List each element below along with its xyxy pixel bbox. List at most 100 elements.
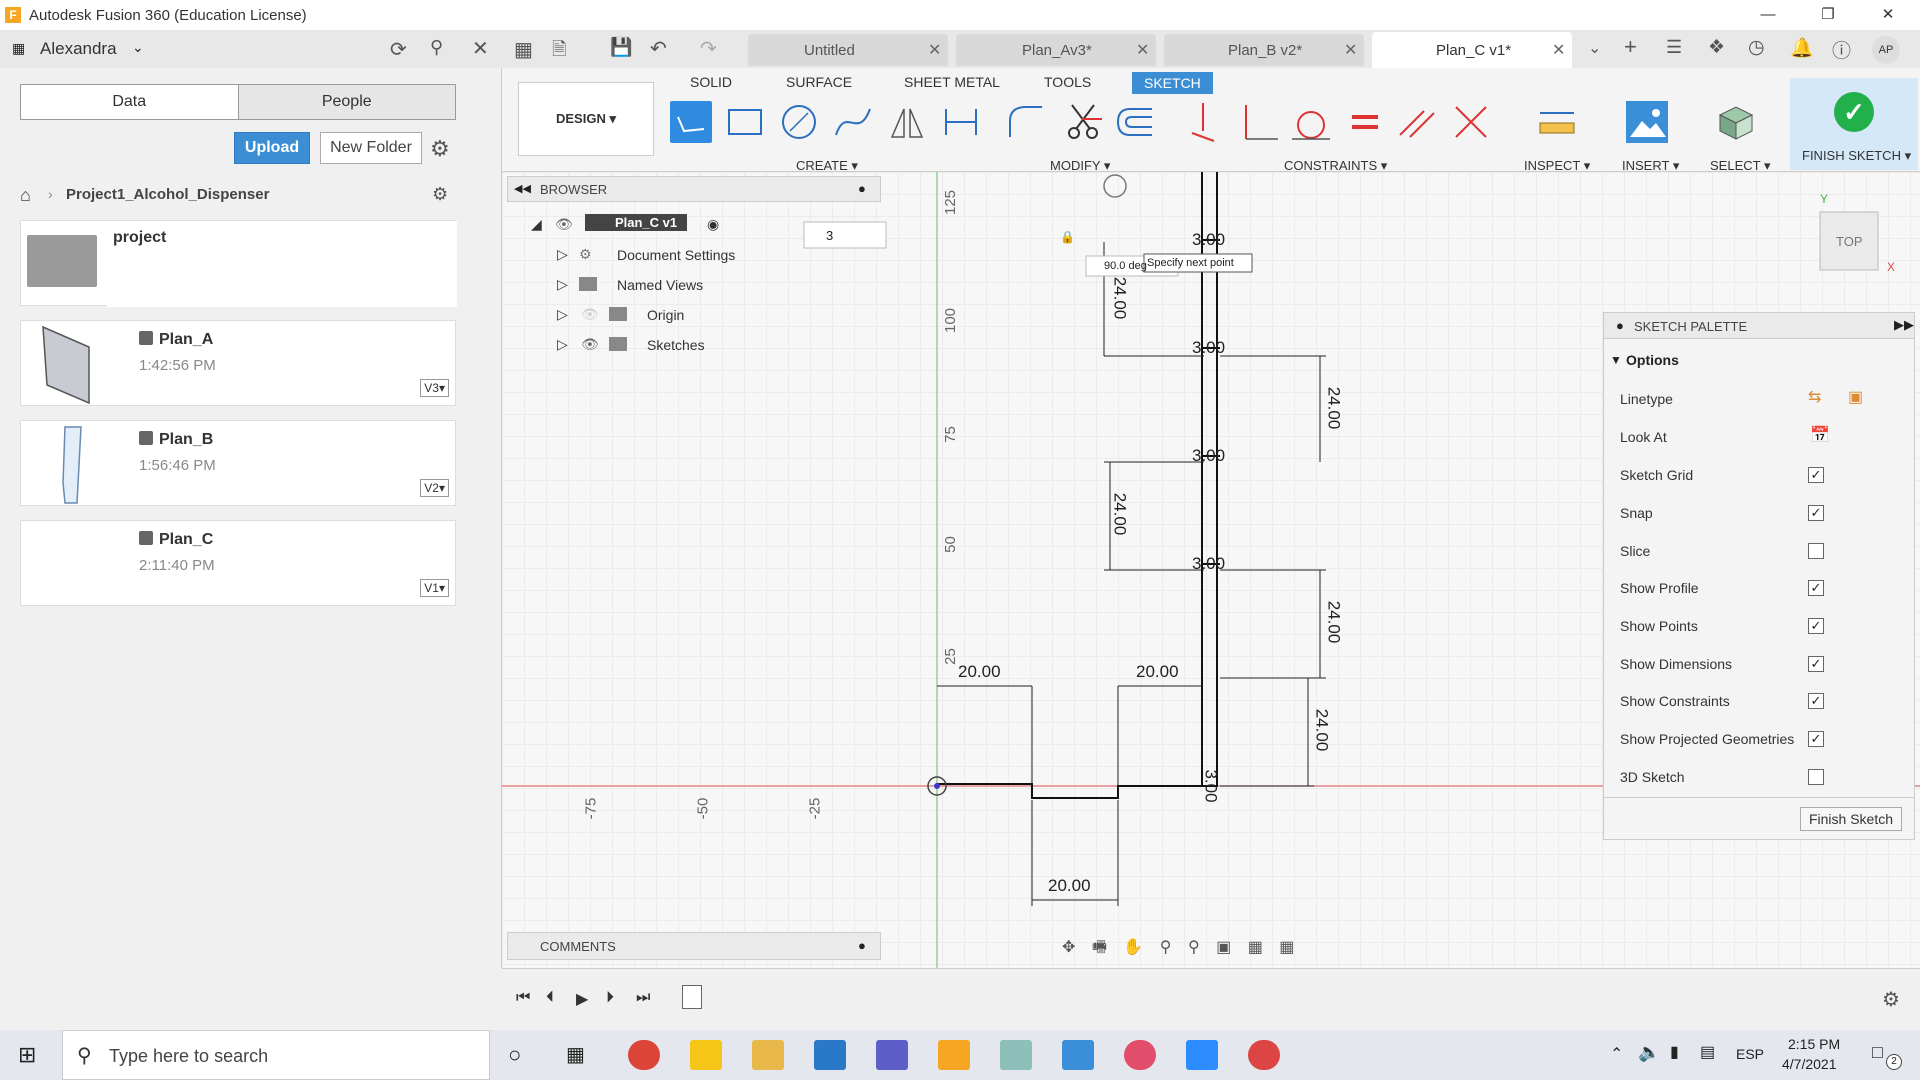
look-at-icon[interactable]: 🖷	[1092, 939, 1107, 956]
tab-solid[interactable]: SOLID	[690, 74, 732, 90]
coincident-constraint-icon[interactable]	[1182, 101, 1224, 143]
show-constraints-checkbox[interactable]: ✓	[1808, 693, 1824, 709]
file-menu-icon[interactable]: 🗎	[552, 37, 566, 67]
finish-sketch-button[interactable]: Finish Sketch	[1800, 807, 1902, 831]
centerline-icon[interactable]: ▣	[1848, 387, 1863, 407]
version-badge[interactable]: V1▾	[420, 579, 449, 597]
comments-toggle-icon[interactable]: ●	[858, 938, 866, 953]
app-icon[interactable]	[1248, 1040, 1280, 1070]
file-explorer-icon[interactable]	[752, 1040, 784, 1070]
language-indicator[interactable]: ESP	[1736, 1046, 1764, 1062]
show-projected-geometries-checkbox[interactable]: ✓	[1808, 731, 1824, 747]
look-at-icon[interactable]: 📅	[1810, 425, 1830, 445]
dimension-label[interactable]: 20.00	[958, 662, 1001, 682]
finish-sketch-menu[interactable]: FINISH SKETCH ▾	[1802, 148, 1911, 164]
section-arrow-icon[interactable]: ▼	[1610, 353, 1622, 367]
home-icon[interactable]: ⌂	[20, 185, 31, 206]
clock-date[interactable]: 4/7/2021	[1782, 1056, 1837, 1072]
circle-tool-icon[interactable]	[778, 101, 820, 143]
activate-icon[interactable]: ◉	[707, 216, 719, 233]
refresh-icon[interactable]: ⟳	[390, 37, 407, 62]
show-dimensions-checkbox[interactable]: ✓	[1808, 656, 1824, 672]
close-panel-icon[interactable]: ✕	[472, 36, 489, 61]
tangent-constraint-icon[interactable]	[1290, 101, 1332, 143]
display-settings-icon[interactable]: ▣	[1216, 939, 1231, 956]
dimension-label[interactable]: 24.00	[1323, 387, 1343, 430]
collinear-constraint-icon[interactable]	[1450, 101, 1492, 143]
dimension-label[interactable]: 24.00	[1311, 709, 1331, 752]
zoom-icon[interactable]	[1186, 1040, 1218, 1070]
new-folder-button[interactable]: New Folder	[320, 132, 422, 164]
undo-icon[interactable]: ↶	[650, 36, 667, 61]
close-tab-icon[interactable]: ✕	[1552, 40, 1565, 60]
user-name[interactable]: Alexandra	[40, 39, 117, 59]
browser-item[interactable]: Named Views	[617, 277, 703, 293]
search-box[interactable]: ⚲ Type here to search	[62, 1030, 490, 1080]
fillet-tool-icon[interactable]	[1004, 101, 1046, 143]
tab-people[interactable]: People	[239, 85, 456, 119]
mirror-tool-icon[interactable]	[886, 101, 928, 143]
folder-item[interactable]: project	[20, 220, 457, 307]
doc-tab-plan-c[interactable]: Plan_C v1* ✕	[1372, 32, 1572, 68]
restore-icon[interactable]: ❐	[1800, 0, 1856, 30]
skip-end-icon[interactable]: ⏭	[636, 989, 650, 1007]
tab-overflow-icon[interactable]: ⌄	[1588, 38, 1601, 58]
insert-image-icon[interactable]	[1626, 101, 1668, 143]
trim-tool-icon[interactable]	[1062, 101, 1104, 143]
tab-surface[interactable]: SURFACE	[786, 74, 852, 90]
line-tool-icon[interactable]	[670, 101, 712, 143]
select-tool-icon[interactable]	[1714, 101, 1756, 143]
windows-start-icon[interactable]: ⊞	[18, 1042, 36, 1068]
close-tab-icon[interactable]: ✕	[1344, 40, 1357, 60]
new-tab-icon[interactable]: +	[1624, 34, 1637, 60]
version-badge[interactable]: V3▾	[420, 379, 449, 397]
collapse-arrow-icon[interactable]: ◢	[531, 216, 542, 233]
tab-sheet-metal[interactable]: SHEET METAL	[904, 74, 1000, 90]
app-icon[interactable]	[1000, 1040, 1032, 1070]
eye-icon[interactable]: 👁	[581, 306, 599, 323]
play-icon[interactable]: ▶	[576, 989, 588, 1009]
notification-center-icon[interactable]: □	[1872, 1042, 1883, 1063]
breadcrumb[interactable]: Project1_Alcohol_Dispenser	[66, 186, 269, 203]
browser-item[interactable]: Document Settings	[617, 247, 735, 263]
snip-icon[interactable]	[1124, 1040, 1156, 1070]
task-view-icon[interactable]: ▦	[566, 1042, 585, 1067]
step-forward-icon[interactable]: ⏵	[606, 989, 614, 1007]
volume-icon[interactable]: 🔈	[1638, 1042, 1660, 1063]
browser-item[interactable]: Sketches	[647, 337, 705, 353]
dimension-label[interactable]: 20.00	[1048, 876, 1091, 896]
expand-arrow-icon[interactable]: ▷	[557, 246, 568, 263]
media-player-icon[interactable]	[814, 1040, 846, 1070]
close-tab-icon[interactable]: ✕	[1136, 40, 1149, 60]
zoom-window-icon[interactable]: ⚲	[1188, 939, 1200, 956]
minimize-icon[interactable]: —	[1740, 0, 1796, 30]
close-tab-icon[interactable]: ✕	[928, 40, 941, 60]
snap-checkbox[interactable]: ✓	[1808, 505, 1824, 521]
pan-icon[interactable]: ✋	[1123, 939, 1143, 956]
lock-icon[interactable]: 🔒	[1060, 230, 1075, 244]
battery-icon[interactable]: ▮	[1670, 1042, 1679, 1062]
expand-arrow-icon[interactable]: ▷	[557, 306, 568, 323]
show-profile-checkbox[interactable]: ✓	[1808, 580, 1824, 596]
list-item[interactable]: Plan_B 1:56:46 PM V2▾	[20, 420, 456, 506]
sketch-grid-checkbox[interactable]: ✓	[1808, 467, 1824, 483]
dimension-label[interactable]: 3.00	[1192, 554, 1225, 574]
finish-sketch-area[interactable]: ✓ FINISH SKETCH ▾	[1790, 78, 1918, 170]
finish-check-icon[interactable]: ✓	[1834, 92, 1874, 132]
redo-icon[interactable]: ↷	[700, 36, 717, 61]
eye-icon[interactable]: 👁	[581, 336, 599, 353]
dimension-label[interactable]: 24.00	[1109, 493, 1129, 536]
rectangle-tool-icon[interactable]	[724, 101, 766, 143]
list-item[interactable]: Plan_A 1:42:56 PM V3▾	[20, 320, 456, 406]
grid-menu-icon[interactable]: ▦	[514, 37, 533, 62]
dimension-label[interactable]: 20.00	[1136, 662, 1179, 682]
browser-toggle-icon[interactable]: ●	[858, 181, 866, 196]
measure-tool-icon[interactable]	[1536, 101, 1578, 143]
clock-time[interactable]: 2:15 PM	[1788, 1036, 1840, 1052]
extensions-icon[interactable]: ❖	[1708, 36, 1725, 59]
network-icon[interactable]: ▤	[1700, 1042, 1715, 1062]
skip-start-icon[interactable]: ⏮	[516, 989, 530, 1007]
expand-arrow-icon[interactable]: ▷	[557, 336, 568, 353]
tab-data[interactable]: Data	[21, 85, 239, 119]
dimension-label[interactable]: 24.00	[1109, 277, 1129, 320]
